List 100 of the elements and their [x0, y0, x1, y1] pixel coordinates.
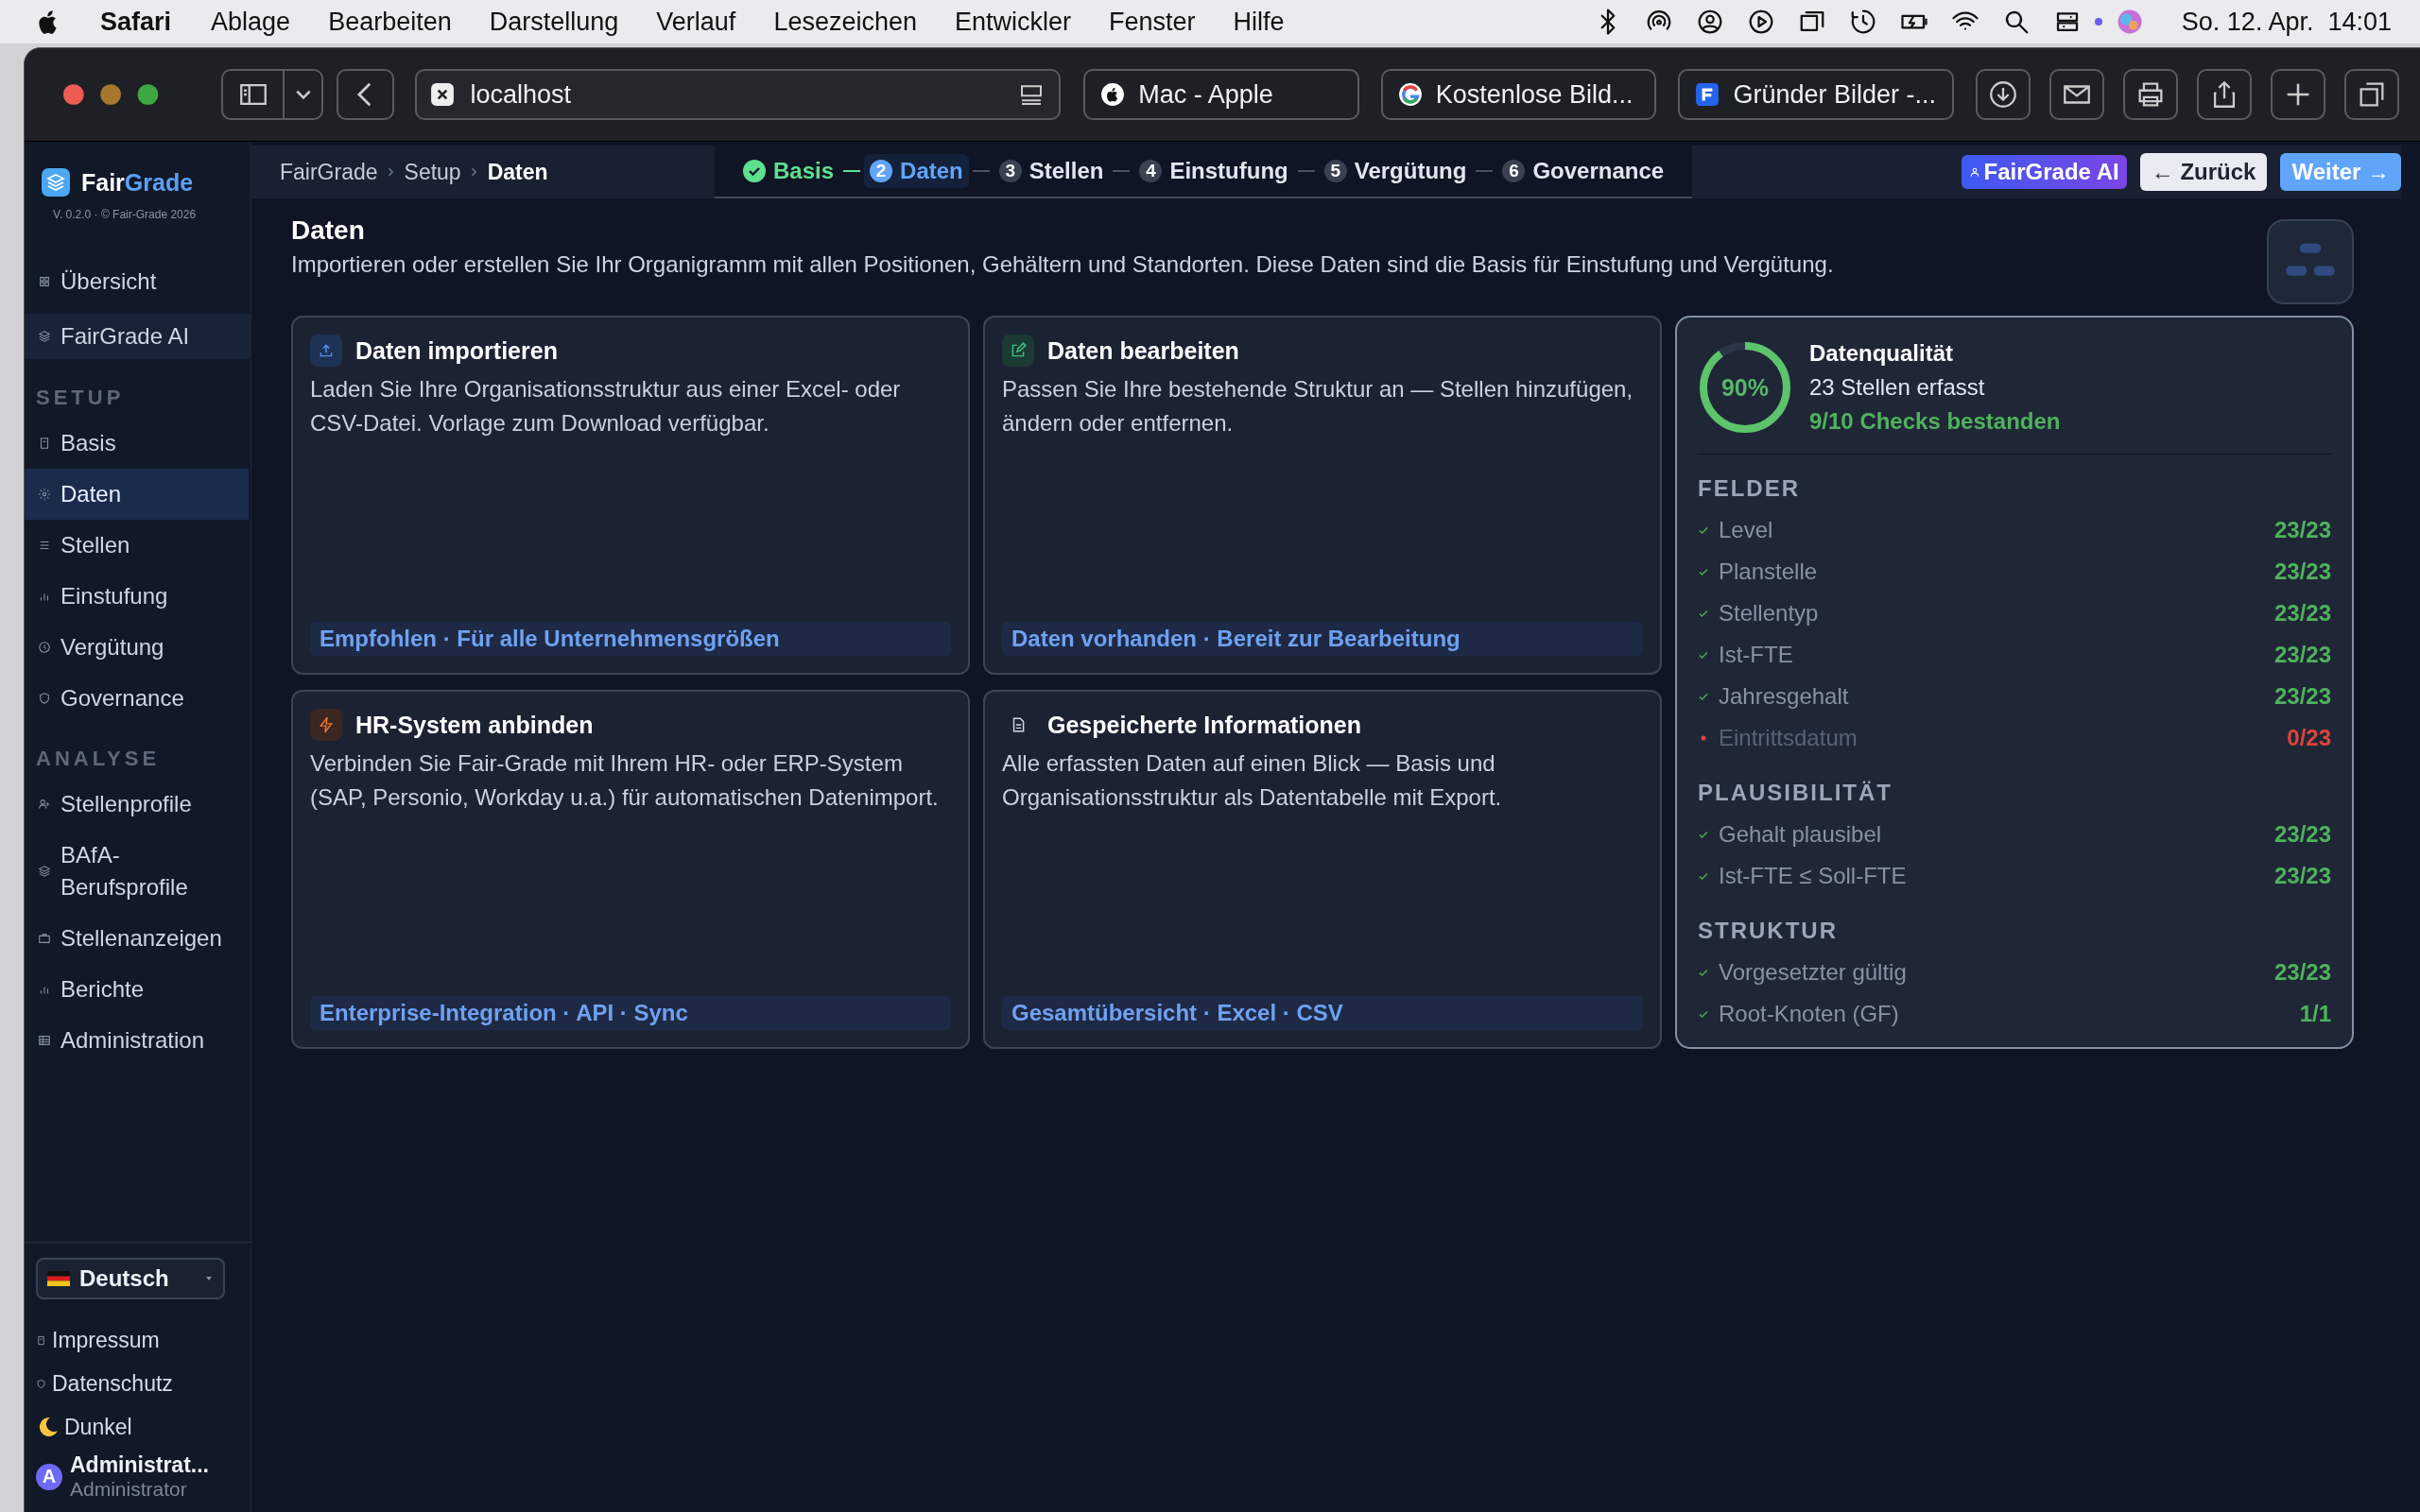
nav-item[interactable]: Basis [25, 418, 249, 469]
browser-tab[interactable]: Mac - Apple [1083, 69, 1359, 120]
nav-item[interactable]: Berichte [25, 964, 249, 1015]
edit-icon [1002, 335, 1034, 367]
window-controls[interactable] [62, 83, 160, 106]
browser-tab[interactable]: Kostenlose Bild... [1380, 69, 1657, 120]
card-tag: Enterprise-Integration · API · Sync [310, 996, 951, 1030]
nav-item[interactable]: Daten [25, 469, 249, 520]
menu-item[interactable]: Ablage [211, 7, 291, 37]
check-count: 23/23 [2273, 959, 2331, 986]
new-tab-button[interactable] [2271, 69, 2325, 120]
breadcrumb-item[interactable]: FairGrade [280, 159, 378, 185]
check-label: Vorgesetzter gültig [1719, 959, 1907, 986]
nav-item[interactable]: Einstufung [25, 571, 249, 622]
back-button[interactable] [337, 69, 395, 120]
wizard-step[interactable]: Basis [737, 154, 840, 188]
tab-overview-button[interactable] [2344, 69, 2399, 120]
avatar[interactable]: A [36, 1463, 62, 1490]
language-select[interactable]: Deutsch [36, 1258, 225, 1299]
wizard-step[interactable]: 3 Stellen [993, 154, 1110, 188]
shield-icon [36, 1378, 46, 1389]
menu-item[interactable]: Verlauf [656, 7, 736, 37]
menu-item[interactable]: Darstellung [489, 7, 619, 37]
nav-item[interactable]: Vergütung [25, 622, 249, 673]
option-card[interactable]: Daten importieren Laden Sie Ihre Organisationsstruktur aus einer Excel- oder CSV-Datei. Vorlage zum Download verfügbar. Empfohlen · Für alle Unternehmensgrößen [291, 316, 970, 675]
menu-item[interactable]: Bearbeiten [328, 7, 452, 37]
app-logo-text[interactable]: FairGrade [81, 168, 194, 197]
menu-app-name[interactable]: Safari [100, 7, 172, 37]
check-count: 23/23 [2273, 558, 2331, 585]
card-tag: Daten vorhanden · Bereit zur Bearbeitung [1002, 622, 1643, 656]
wizard-step[interactable]: 5 Vergütung [1318, 154, 1473, 188]
address-field[interactable]: localhost [415, 69, 1062, 120]
print-button[interactable] [2123, 69, 2178, 120]
wizard-step[interactable]: 6 Governance [1496, 154, 1670, 188]
nav-item[interactable]: Stellen [25, 520, 249, 571]
card-title: Daten importieren [355, 336, 558, 365]
theme-toggle[interactable]: Dunkel [25, 1405, 251, 1449]
nav-item[interactable]: Stellenanzeigen [25, 913, 249, 964]
check-label: Ist-FTE [1719, 642, 1793, 668]
card-description: Alle erfassten Daten auf einen Blick — Basis und Organisationsstruktur als Datentabelle mit Export. [1002, 749, 1503, 812]
footer-link[interactable]: Datenschutz [25, 1362, 251, 1405]
check-label: Eintrittsdatum [1719, 725, 1858, 751]
section-heading: ANALYSE [35, 746, 162, 772]
download-icon [1987, 78, 2019, 111]
breadcrumb-item[interactable]: Setup [404, 159, 461, 185]
square-logo-icon [1695, 82, 1720, 107]
briefcase-icon [38, 932, 51, 945]
wizard-step[interactable]: 4 Einstufung [1133, 154, 1294, 188]
quality-percent: 90% [1720, 373, 1769, 402]
panel-subtitle: 23 Stellen erfasst [1809, 374, 1986, 401]
menu-item[interactable]: Fenster [1109, 7, 1196, 37]
lightning-icon [310, 709, 342, 741]
nav-item[interactable]: BAfA-Berufsprofile [25, 830, 249, 913]
check-label: Gehalt plausibel [1719, 821, 1882, 848]
card-tag: Empfohlen · Für alle Unternehmensgrößen [310, 622, 951, 656]
user-plus-icon [38, 798, 51, 811]
ai-assistant-button[interactable]: FairGrade AI [1961, 155, 2127, 189]
check-count: 23/23 [2273, 821, 2331, 848]
browser-tab[interactable]: Gründer Bilder -... [1678, 69, 1954, 120]
nav-item[interactable]: Übersicht [25, 259, 249, 304]
version-text: V. 0.2.0 · © Fair-Grade 2026 [52, 207, 198, 223]
checks-summary: 9/10 Checks bestanden [1809, 408, 2061, 435]
check-count: 23/23 [2273, 863, 2331, 889]
check-count: 1/1 [2299, 1001, 2331, 1027]
check-label: Planstelle [1719, 558, 1818, 585]
group-heading: FELDER [1698, 474, 1801, 503]
page-description: Importieren oder erstellen Sie Ihr Organigramm mit allen Positionen, Gehältern und Standorten. Diese Daten sind die Basis für Einstufung und Vergütung. [291, 251, 1835, 278]
nav-item[interactable]: Stellenprofile [25, 779, 249, 830]
footer-link[interactable]: Impressum [25, 1318, 251, 1362]
sun-icon [38, 488, 51, 501]
card-title: HR-System anbinden [355, 711, 594, 739]
card-title: Gespeicherte Informationen [1047, 711, 1362, 739]
nav-item[interactable]: Administration [25, 1015, 249, 1066]
group-heading: STRUKTUR [1698, 917, 1839, 945]
document-icon [38, 437, 51, 450]
user-name: Administrat... [70, 1452, 209, 1478]
breadcrumb-item[interactable]: Daten [487, 159, 548, 185]
mail-button[interactable] [2049, 69, 2104, 120]
option-card[interactable]: HR-System anbinden Verbinden Sie Fair-Grade mit Ihrem HR- oder ERP-System (SAP, Personio, Workday u.a.) für automatischen Datenimport. Enterprise-Integration · API · Sync [291, 690, 970, 1049]
card-description: Verbinden Sie Fair-Grade mit Ihrem HR- oder ERP-System (SAP, Personio, Workday u.a.) für automatischen Datenimport. [310, 749, 940, 812]
option-card[interactable]: Gespeicherte Informationen Alle erfassten Daten auf einen Blick — Basis und Organisationsstruktur als Datentabelle mit Export. Gesamtübersicht · Excel · CSV [983, 690, 1662, 1049]
document-icon [36, 1334, 46, 1346]
wizard-step[interactable]: 2 Daten [864, 154, 969, 188]
nav-item[interactable]: FairGrade AI [25, 314, 251, 359]
menu-clock[interactable]: So. 12. Apr. 14:01 [2181, 7, 2392, 37]
panel-title: Datenqualität [1809, 340, 1954, 367]
share-button[interactable] [2197, 69, 2252, 120]
nav-item[interactable]: Governance [25, 673, 249, 724]
menu-item[interactable]: Entwickler [955, 7, 1072, 37]
menu-item[interactable]: Hilfe [1233, 7, 1285, 37]
dropdown-button[interactable] [285, 69, 324, 120]
option-card[interactable]: Daten bearbeiten Passen Sie Ihre bestehende Struktur an — Stellen hinzufügen, ändern oder entfernen. Daten vorhanden · Bereit zur Bearbeitung [983, 316, 1662, 675]
menu-item[interactable]: Lesezeichen [773, 7, 917, 37]
check-label: Jahresgehalt [1719, 683, 1849, 710]
check-label: Root-Knoten (GF) [1719, 1001, 1899, 1027]
download-button[interactable] [1976, 69, 2031, 120]
back-button[interactable]: ← Zurück [2139, 153, 2268, 191]
card-description: Passen Sie Ihre bestehende Struktur an — Stellen hinzufügen, ändern oder entfernen. [1002, 375, 1634, 438]
logo-icon [42, 168, 70, 197]
sidebar-toggle-button[interactable] [221, 69, 285, 120]
